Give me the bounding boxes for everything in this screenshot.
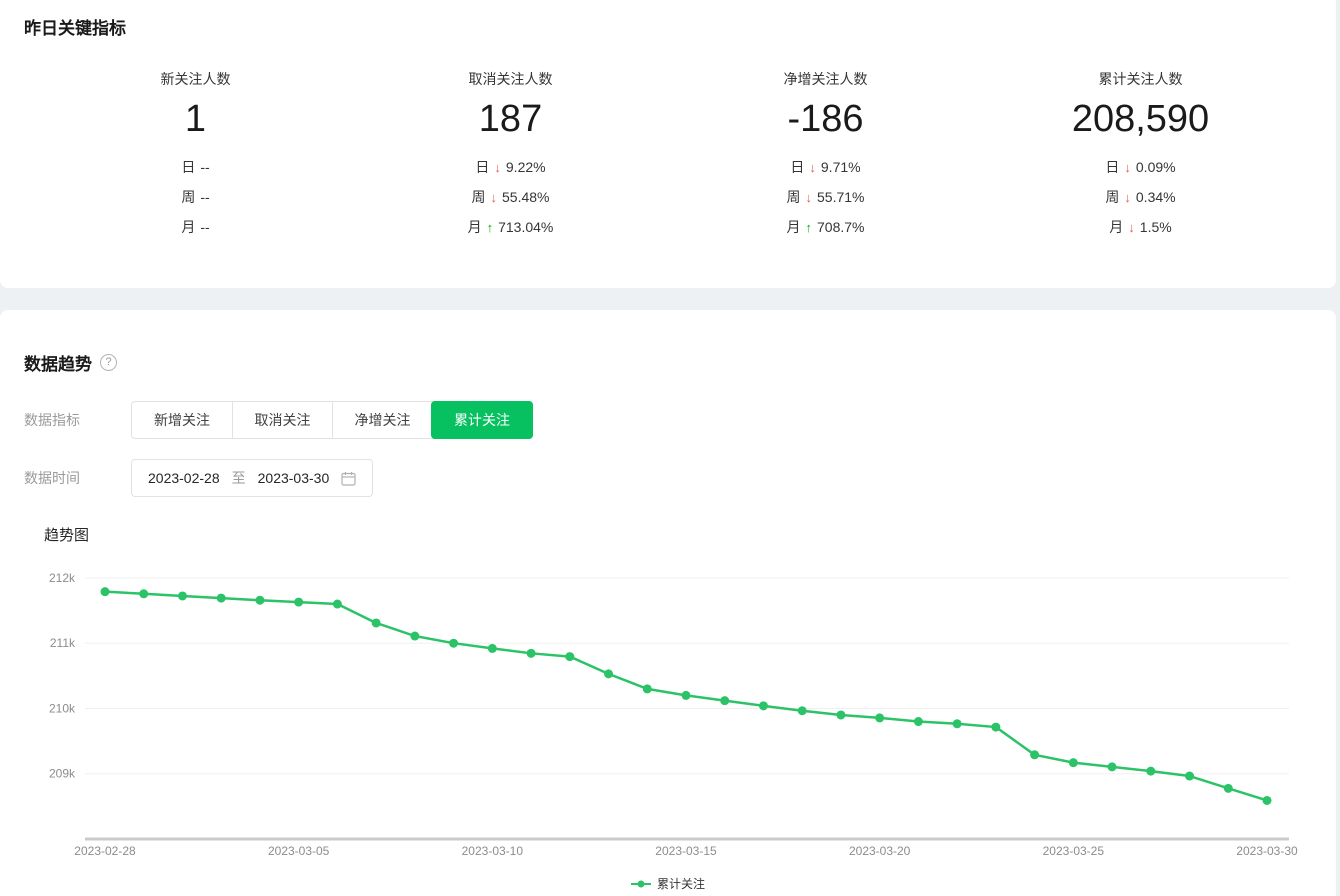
metric-label: 累计关注人数 xyxy=(1098,71,1183,87)
svg-text:209k: 209k xyxy=(49,767,76,781)
calendar-icon[interactable] xyxy=(341,471,356,486)
metric-new-followers: 新关注人数 1 日 -- 周 -- 月 -- xyxy=(38,69,353,242)
percent-value: 9.22% xyxy=(505,159,546,175)
percent-value: -- xyxy=(200,219,210,235)
svg-text:2023-03-30: 2023-03-30 xyxy=(1236,844,1298,856)
period-label: 周 xyxy=(471,189,486,205)
trend-arrow-icon: ↓ xyxy=(490,189,498,205)
section-divider xyxy=(0,288,1336,310)
date-range-label: 数据时间 xyxy=(24,470,80,486)
period-label: 日 xyxy=(475,159,490,175)
percent-value: 9.71% xyxy=(820,159,861,175)
period-label: 周 xyxy=(786,189,801,205)
metric-row-month: 月 ↓ 1.5% xyxy=(983,212,1298,242)
data-trend-card: 数据趋势 ? 数据指标 新增关注 取消关注 净增关注 累计关注 数据时间 202… xyxy=(0,310,1336,896)
metric-tabs: 新增关注 取消关注 净增关注 累计关注 xyxy=(131,401,533,439)
percent-value: -- xyxy=(200,159,210,175)
metric-value: 1 xyxy=(184,98,207,140)
metric-row-month: 月 -- xyxy=(38,212,353,242)
period-label: 月 xyxy=(467,219,482,235)
page: 昨日关键指标 新关注人数 1 日 -- 周 -- 月 -- 取消关注人数 187… xyxy=(0,0,1340,896)
metric-label: 净增关注人数 xyxy=(783,71,868,87)
metric-value: 208,590 xyxy=(1071,98,1210,140)
metrics-grid: 新关注人数 1 日 -- 周 -- 月 -- 取消关注人数 187 日 ↓ 9.… xyxy=(24,69,1312,242)
percent-value: -- xyxy=(200,189,210,205)
metric-total-followers: 累计关注人数 208,590 日 ↓ 0.09% 周 ↓ 0.34% 月 ↓ 1.5% xyxy=(983,69,1298,242)
trend-arrow-icon: ↑ xyxy=(486,219,494,235)
svg-text:2023-02-28: 2023-02-28 xyxy=(74,844,136,856)
percent-value: 1.5% xyxy=(1139,219,1172,235)
svg-text:2023-03-15: 2023-03-15 xyxy=(655,844,717,856)
period-label: 日 xyxy=(181,159,196,175)
metric-net-followers: 净增关注人数 -186 日 ↓ 9.71% 周 ↓ 55.71% 月 ↑ 708.7% xyxy=(668,69,983,242)
tab-unfollowers[interactable]: 取消关注 xyxy=(232,402,332,438)
svg-text:2023-03-05: 2023-03-05 xyxy=(268,844,330,856)
metric-row-day: 日 ↓ 9.71% xyxy=(668,152,983,182)
metric-row-week: 周 ↓ 0.34% xyxy=(983,182,1298,212)
legend-line-dot-icon xyxy=(630,880,651,887)
period-label: 日 xyxy=(1105,159,1120,175)
yesterday-section-title: 昨日关键指标 xyxy=(24,19,126,38)
svg-text:210k: 210k xyxy=(49,701,76,715)
metric-row-month: 月 ↑ 708.7% xyxy=(668,212,983,242)
tab-new-followers[interactable]: 新增关注 xyxy=(132,402,232,438)
period-label: 日 xyxy=(790,159,805,175)
tab-net-followers[interactable]: 净增关注 xyxy=(332,402,432,438)
date-separator: 至 xyxy=(231,470,246,486)
date-range-picker[interactable]: 2023-02-28 至 2023-03-30 xyxy=(131,459,374,497)
svg-text:212k: 212k xyxy=(49,571,76,585)
chart-title: 趋势图 xyxy=(44,527,90,544)
tab-total-followers[interactable]: 累计关注 xyxy=(431,401,533,439)
trend-arrow-icon: ↓ xyxy=(1128,219,1135,235)
metric-row-day: 日 ↓ 9.22% xyxy=(353,152,668,182)
period-label: 月 xyxy=(181,219,196,235)
trend-section-title: 数据趋势 xyxy=(24,355,92,374)
metric-row-month: 月 ↑ 713.04% xyxy=(353,212,668,242)
date-from-value[interactable]: 2023-02-28 xyxy=(148,470,220,486)
trend-chart[interactable]: 209k 210k 211k 212k 2023-02-28 2023-03-05 2023… xyxy=(0,556,1336,861)
chart-legend[interactable]: 累计关注 xyxy=(24,875,1312,892)
help-icon[interactable]: ? xyxy=(100,354,117,371)
percent-value: 713.04% xyxy=(498,219,554,235)
metric-label: 新关注人数 xyxy=(160,71,231,87)
period-label: 周 xyxy=(181,189,196,205)
trend-arrow-icon: ↓ xyxy=(494,159,501,175)
metric-row-week: 周 ↓ 55.48% xyxy=(353,182,668,212)
metric-unfollowers: 取消关注人数 187 日 ↓ 9.22% 周 ↓ 55.48% 月 ↑ 713.04% xyxy=(353,69,668,242)
metric-row-day: 日 -- xyxy=(38,152,353,182)
period-label: 周 xyxy=(1105,189,1120,205)
trend-arrow-icon: ↓ xyxy=(1124,159,1131,175)
svg-text:211k: 211k xyxy=(50,636,76,650)
period-label: 月 xyxy=(786,219,801,235)
yesterday-metrics-card: 昨日关键指标 新关注人数 1 日 -- 周 -- 月 -- 取消关注人数 187… xyxy=(0,0,1336,288)
percent-value: 708.7% xyxy=(817,219,865,235)
metric-row-week: 周 -- xyxy=(38,182,353,212)
metric-value: -186 xyxy=(787,98,864,140)
svg-text:2023-03-10: 2023-03-10 xyxy=(462,844,524,856)
percent-value: 55.48% xyxy=(502,189,550,205)
percent-value: 0.09% xyxy=(1135,159,1176,175)
trend-arrow-icon: ↓ xyxy=(805,189,813,205)
date-to-value[interactable]: 2023-03-30 xyxy=(258,470,330,486)
legend-series-name: 累计关注 xyxy=(656,877,705,891)
trend-arrow-icon: ↓ xyxy=(809,159,816,175)
percent-value: 55.71% xyxy=(817,189,865,205)
metric-selector-label: 数据指标 xyxy=(24,412,80,428)
percent-value: 0.34% xyxy=(1135,189,1176,205)
metric-row-week: 周 ↓ 55.71% xyxy=(668,182,983,212)
metric-value: 187 xyxy=(478,98,543,140)
metric-label: 取消关注人数 xyxy=(468,71,553,87)
trend-arrow-icon: ↓ xyxy=(1124,189,1131,205)
svg-text:2023-03-25: 2023-03-25 xyxy=(1043,844,1105,856)
period-label: 月 xyxy=(1109,219,1124,235)
metric-row-day: 日 ↓ 0.09% xyxy=(983,152,1298,182)
svg-text:2023-03-20: 2023-03-20 xyxy=(849,844,911,856)
trend-arrow-icon: ↑ xyxy=(805,219,813,235)
